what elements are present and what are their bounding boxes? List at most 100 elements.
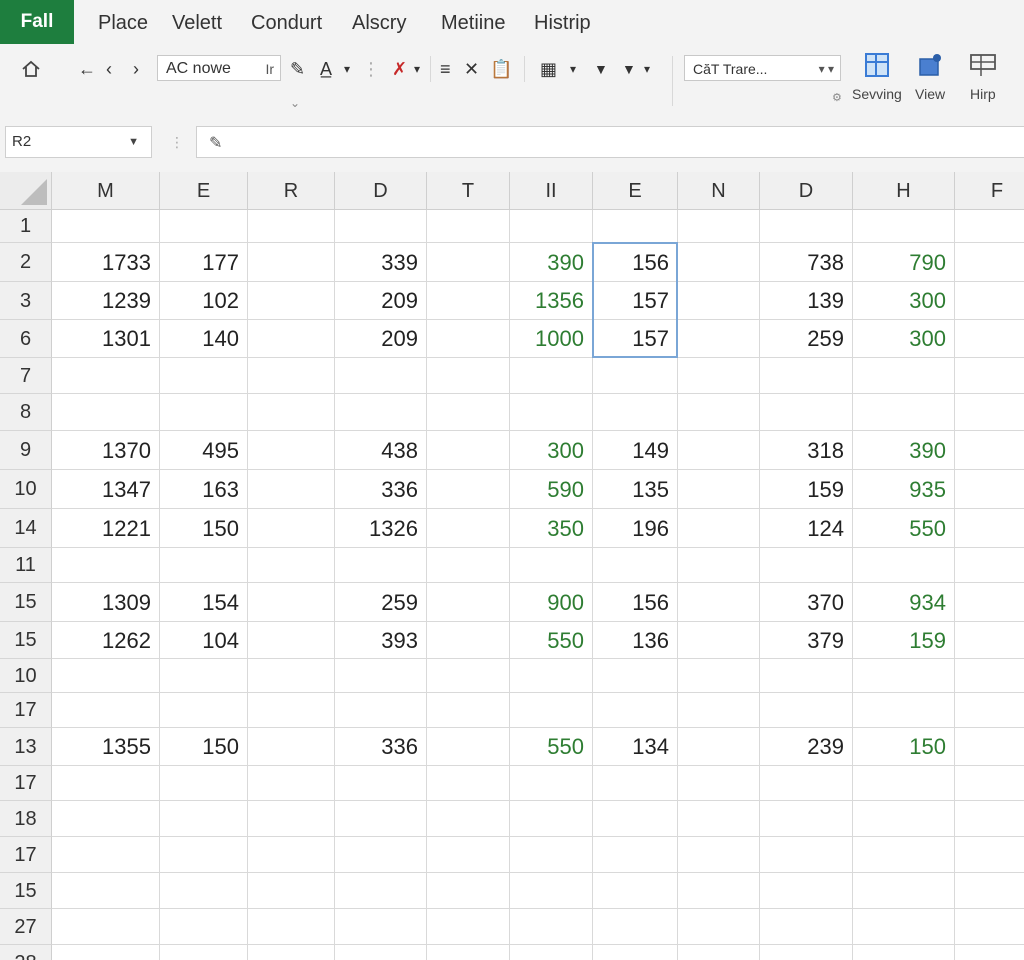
table-cell[interactable]: 339	[335, 243, 427, 282]
table-cell[interactable]	[335, 873, 427, 909]
table-cell[interactable]: 259	[760, 320, 853, 358]
table-cell[interactable]	[760, 659, 853, 693]
table-cell[interactable]: 900	[510, 583, 593, 622]
table-cell[interactable]: 157	[593, 282, 678, 320]
table-cell[interactable]	[52, 873, 160, 909]
column-header[interactable]: M	[52, 172, 160, 210]
table-cell[interactable]	[678, 801, 760, 837]
table-cell[interactable]	[248, 693, 335, 728]
table-cell[interactable]	[955, 548, 1024, 583]
table-cell[interactable]: 1309	[52, 583, 160, 622]
paste-icon[interactable]: 📋	[490, 57, 512, 81]
table-cell[interactable]: 139	[760, 282, 853, 320]
table-cell[interactable]	[510, 801, 593, 837]
table-cell[interactable]	[52, 548, 160, 583]
table-cell[interactable]	[52, 394, 160, 431]
table-cell[interactable]	[160, 659, 248, 693]
table-cell[interactable]	[52, 358, 160, 394]
table-cell[interactable]	[853, 801, 955, 837]
table-cell[interactable]	[593, 394, 678, 431]
chevron-left-icon[interactable]: ‹	[106, 57, 112, 81]
table-icon[interactable]	[862, 50, 892, 80]
table-cell[interactable]	[853, 548, 955, 583]
table-cell[interactable]	[853, 210, 955, 243]
table-cell[interactable]	[678, 873, 760, 909]
table-cell[interactable]	[52, 945, 160, 960]
menu-item-alscry[interactable]: Alscry	[352, 0, 406, 46]
table-cell[interactable]	[593, 548, 678, 583]
settings-gear-icon[interactable]: ⚙	[832, 86, 842, 110]
table-cell[interactable]	[335, 766, 427, 801]
hirp-label[interactable]: Hirp	[970, 86, 996, 102]
table-cell[interactable]	[955, 320, 1024, 358]
table-cell[interactable]	[248, 801, 335, 837]
table-cell[interactable]	[335, 801, 427, 837]
table-cell[interactable]: 300	[853, 320, 955, 358]
table-cell[interactable]	[955, 873, 1024, 909]
select-all-corner[interactable]	[0, 172, 52, 210]
delete-icon[interactable]: ✕	[464, 57, 479, 81]
table-cell[interactable]	[760, 394, 853, 431]
table-cell[interactable]	[427, 358, 510, 394]
table-cell[interactable]	[160, 801, 248, 837]
dropdown-4-icon[interactable]: ▾	[644, 57, 650, 81]
table-format-icon[interactable]: ▦	[540, 57, 557, 81]
people-icon[interactable]	[915, 50, 945, 80]
table-cell[interactable]	[678, 548, 760, 583]
table-cell[interactable]	[52, 659, 160, 693]
table-cell[interactable]	[955, 659, 1024, 693]
table-cell[interactable]: 495	[160, 431, 248, 470]
table-cell[interactable]: 935	[853, 470, 955, 509]
table-cell[interactable]	[853, 945, 955, 960]
table-cell[interactable]	[52, 693, 160, 728]
table-cell[interactable]: 102	[160, 282, 248, 320]
table-cell[interactable]	[678, 210, 760, 243]
table-cell[interactable]	[427, 394, 510, 431]
menu-item-histrip[interactable]: Histrip	[534, 0, 591, 46]
menu-item-velett[interactable]: Velett	[172, 0, 222, 46]
table-cell[interactable]	[760, 766, 853, 801]
table-cell[interactable]	[248, 909, 335, 945]
table-cell[interactable]	[593, 358, 678, 394]
table-cell[interactable]	[427, 909, 510, 945]
table-cell[interactable]	[427, 210, 510, 243]
table-cell[interactable]	[427, 945, 510, 960]
table-cell[interactable]	[248, 394, 335, 431]
table-cell[interactable]: 1370	[52, 431, 160, 470]
table-cell[interactable]	[760, 358, 853, 394]
row-header[interactable]: 13	[0, 728, 52, 766]
font-color-icon[interactable]: A̲	[320, 57, 332, 81]
table-cell[interactable]	[248, 431, 335, 470]
formula-input[interactable]: ✎	[196, 126, 1024, 158]
table-cell[interactable]: 134	[593, 728, 678, 766]
table-cell[interactable]	[248, 766, 335, 801]
table-cell[interactable]: 1239	[52, 282, 160, 320]
table-cell[interactable]: 159	[853, 622, 955, 659]
table-cell[interactable]	[335, 210, 427, 243]
table-cell[interactable]	[427, 583, 510, 622]
column-header[interactable]: N	[678, 172, 760, 210]
table-cell[interactable]	[593, 909, 678, 945]
table-cell[interactable]	[678, 909, 760, 945]
table-cell[interactable]	[678, 659, 760, 693]
table-cell[interactable]	[955, 358, 1024, 394]
table-cell[interactable]: 149	[593, 431, 678, 470]
grid-icon[interactable]	[968, 50, 998, 80]
file-tab[interactable]: Fall	[0, 0, 74, 44]
row-header[interactable]: 17	[0, 766, 52, 801]
table-cell[interactable]	[52, 837, 160, 873]
table-cell[interactable]: 135	[593, 470, 678, 509]
table-cell[interactable]: 550	[510, 728, 593, 766]
table-cell[interactable]	[678, 622, 760, 659]
table-cell[interactable]	[160, 210, 248, 243]
table-cell[interactable]	[335, 945, 427, 960]
row-header[interactable]: 10	[0, 470, 52, 509]
undo-arrow-icon[interactable]: ←	[78, 57, 96, 81]
column-header[interactable]: H	[853, 172, 955, 210]
row-header[interactable]: 17	[0, 837, 52, 873]
table-cell[interactable]	[427, 431, 510, 470]
table-cell[interactable]	[248, 837, 335, 873]
table-cell[interactable]	[593, 873, 678, 909]
table-cell[interactable]	[335, 394, 427, 431]
table-cell[interactable]: 300	[510, 431, 593, 470]
